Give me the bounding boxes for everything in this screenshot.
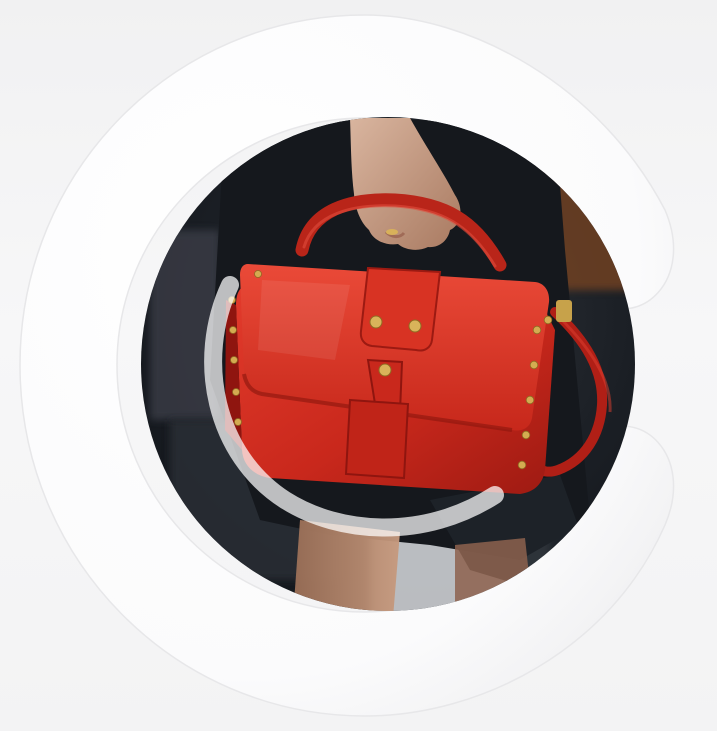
brand-graphic — [19, 14, 675, 717]
flap-strap — [359, 266, 442, 352]
hero-image — [0, 0, 717, 731]
strap-buckle — [556, 300, 572, 322]
